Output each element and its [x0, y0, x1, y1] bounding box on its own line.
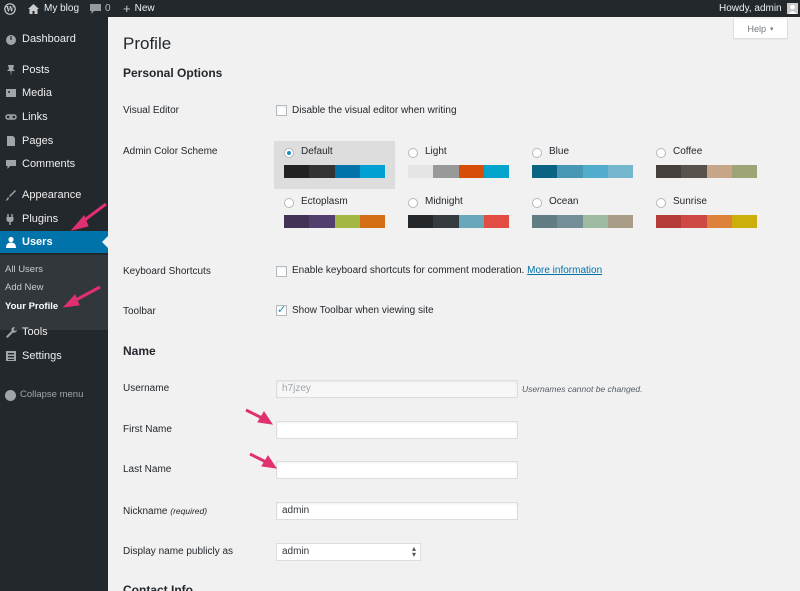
arrow-to-first-name-icon: [245, 408, 274, 425]
arrow-to-last-name-icon: [249, 452, 278, 469]
arrow-to-users-icon: [70, 202, 107, 231]
arrow-to-your-profile-icon: [62, 285, 101, 308]
annotation-arrows: [62, 202, 278, 469]
